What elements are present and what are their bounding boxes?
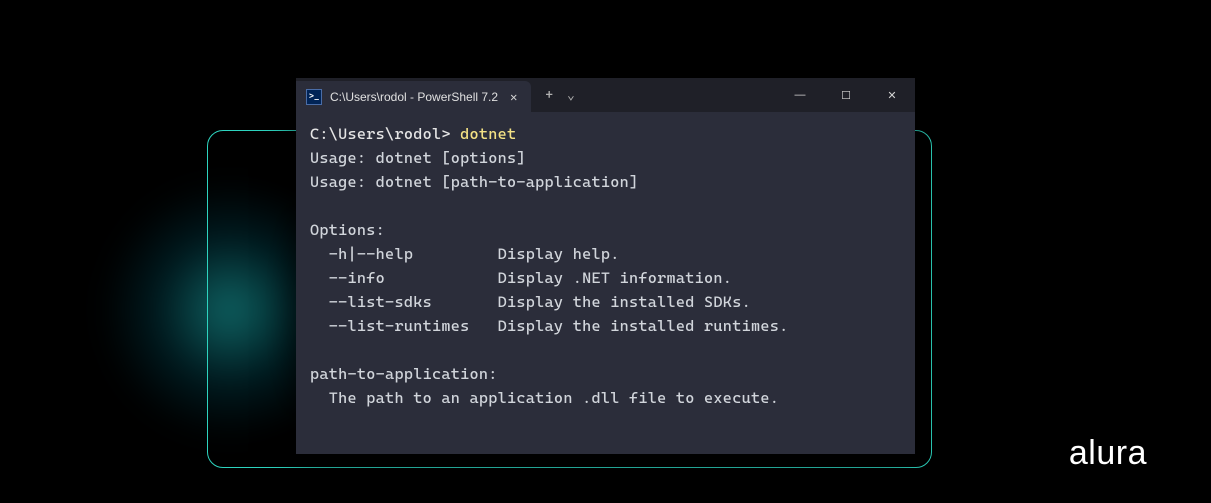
- close-button[interactable]: ✕: [869, 78, 915, 112]
- tab-title: C:\Users\rodol - PowerShell 7.2: [330, 90, 498, 104]
- terminal-body[interactable]: C:\Users\rodol> dotnet Usage: dotnet [op…: [296, 112, 915, 454]
- brand-logo: alura: [1069, 434, 1147, 473]
- titlebar: >_ C:\Users\rodol - PowerShell 7.2 ✕ + ⌄…: [296, 78, 915, 112]
- terminal-output: Usage: dotnet [options] Usage: dotnet [p…: [310, 149, 788, 407]
- maximize-button[interactable]: ☐: [823, 78, 869, 112]
- tab-actions: + ⌄: [531, 78, 574, 112]
- terminal-tab[interactable]: >_ C:\Users\rodol - PowerShell 7.2 ✕: [296, 81, 531, 112]
- minimize-button[interactable]: —: [777, 78, 823, 112]
- tab-close-button[interactable]: ✕: [506, 88, 521, 106]
- terminal-window: >_ C:\Users\rodol - PowerShell 7.2 ✕ + ⌄…: [296, 78, 915, 454]
- powershell-icon: >_: [306, 89, 322, 105]
- prompt-path: C:\Users\rodol>: [310, 125, 451, 143]
- window-controls: — ☐ ✕: [777, 78, 915, 112]
- new-tab-button[interactable]: +: [545, 88, 553, 103]
- prompt-command: dotnet: [460, 125, 516, 143]
- tab-dropdown-button[interactable]: ⌄: [567, 88, 575, 103]
